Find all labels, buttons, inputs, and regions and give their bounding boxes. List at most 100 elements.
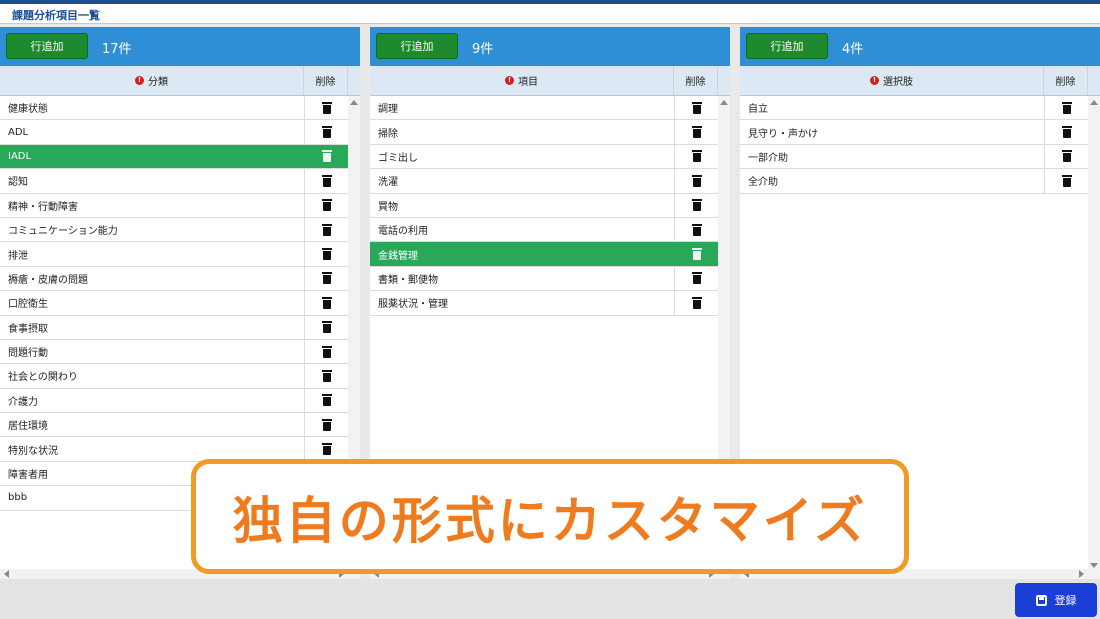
delete-button[interactable]	[304, 413, 348, 437]
delete-button[interactable]	[1044, 144, 1088, 169]
scroll-up-icon[interactable]	[350, 100, 358, 105]
trash-icon	[321, 101, 332, 114]
required-icon: !	[505, 76, 514, 85]
row-text: 全介助	[748, 177, 778, 189]
delete-button[interactable]	[304, 388, 348, 413]
trash-icon	[321, 272, 332, 285]
table-row[interactable]: 社会との関わり	[0, 364, 348, 389]
scroll-up-icon[interactable]	[720, 100, 728, 105]
delete-button[interactable]	[304, 193, 348, 217]
delete-button[interactable]	[304, 266, 348, 291]
delete-button[interactable]	[674, 144, 718, 169]
table-row[interactable]: 一部介助	[740, 144, 1088, 170]
delete-button[interactable]	[674, 217, 718, 242]
scroll-right-icon[interactable]	[1079, 570, 1084, 578]
table-row[interactable]: 自立	[740, 96, 1088, 121]
table-row[interactable]: 褥瘡・皮膚の問題	[0, 266, 348, 292]
row-text: IADL	[8, 150, 32, 162]
row-text: 掃除	[378, 128, 398, 140]
delete-button[interactable]	[674, 120, 718, 144]
register-button[interactable]: 登録	[1015, 583, 1097, 617]
table-row[interactable]: 介護力	[0, 388, 348, 414]
add-row-button[interactable]: 行追加	[6, 33, 88, 59]
save-disk-icon	[1035, 594, 1047, 606]
row-text: 自立	[748, 104, 768, 116]
delete-button[interactable]	[1044, 96, 1088, 120]
page-title: 課題分析項目一覧	[12, 9, 100, 22]
table-row[interactable]: 掃除	[370, 120, 718, 145]
table-row[interactable]: コミュニケーション能力	[0, 217, 348, 243]
table-row[interactable]: 買物	[370, 193, 718, 218]
callout-banner: 独自の形式にカスタマイズ	[191, 459, 909, 574]
delete-button[interactable]	[674, 96, 718, 120]
delete-button[interactable]	[304, 144, 348, 169]
table-row[interactable]: 全介助	[740, 169, 1088, 194]
table-row[interactable]: 見守り・声かけ	[740, 120, 1088, 145]
delete-button[interactable]	[304, 339, 348, 364]
row-count: 9件	[472, 42, 494, 57]
footer-bar: 登録	[0, 579, 1100, 619]
delete-button[interactable]	[1044, 169, 1088, 193]
table-row[interactable]: 洗濯	[370, 169, 718, 194]
table-row-selected[interactable]: IADL	[0, 144, 348, 170]
table-row[interactable]: 精神・行動障害	[0, 193, 348, 218]
table-row-selected[interactable]: 金銭管理	[370, 242, 718, 267]
delete-button[interactable]	[674, 169, 718, 193]
trash-icon	[691, 174, 702, 187]
table-row[interactable]: 居住環境	[0, 413, 348, 438]
add-row-button[interactable]: 行追加	[376, 33, 458, 59]
trash-icon	[691, 296, 702, 309]
delete-button[interactable]	[304, 315, 348, 339]
delete-button[interactable]	[674, 266, 718, 291]
delete-button[interactable]	[674, 291, 718, 315]
table-row[interactable]: ゴミ出し	[370, 144, 718, 170]
table-row[interactable]: 排泄	[0, 242, 348, 267]
row-text: 電話の利用	[378, 226, 428, 238]
delete-button[interactable]	[304, 96, 348, 120]
trash-icon	[1061, 150, 1072, 163]
row-text: 洗濯	[378, 177, 398, 189]
trash-icon	[1061, 101, 1072, 114]
table-row[interactable]: 口腔衛生	[0, 291, 348, 316]
delete-column-label: 削除	[674, 66, 718, 95]
delete-button[interactable]	[674, 242, 718, 266]
row-text: 精神・行動障害	[8, 201, 78, 213]
row-list: 調理 掃除 ゴミ出し 洗濯 買物 電話の利用 金銭管理 書類・郵便物 服薬状況・…	[370, 96, 718, 316]
delete-button[interactable]	[304, 364, 348, 388]
trash-icon	[321, 150, 332, 163]
row-text: 認知	[8, 177, 28, 189]
scroll-down-icon[interactable]	[1090, 563, 1098, 568]
row-text: コミュニケーション能力	[8, 226, 118, 238]
trash-icon	[691, 272, 702, 285]
delete-button[interactable]	[304, 242, 348, 266]
trash-icon	[321, 248, 332, 261]
delete-column-label: 削除	[1044, 66, 1088, 95]
trash-icon	[691, 126, 702, 139]
table-row[interactable]: 認知	[0, 169, 348, 194]
table-row[interactable]: ADL	[0, 120, 348, 145]
table-row[interactable]: 食事摂取	[0, 315, 348, 340]
row-text: ゴミ出し	[378, 152, 418, 164]
required-icon: !	[870, 76, 879, 85]
table-row[interactable]: 調理	[370, 96, 718, 121]
row-text: 服薬状況・管理	[378, 299, 448, 311]
add-row-button[interactable]: 行追加	[746, 33, 828, 59]
row-text: ADL	[8, 126, 29, 138]
delete-button[interactable]	[304, 291, 348, 315]
table-row[interactable]: 服薬状況・管理	[370, 291, 718, 316]
table-row[interactable]: 健康状態	[0, 96, 348, 121]
table-row[interactable]: 問題行動	[0, 339, 348, 365]
table-row[interactable]: 書類・郵便物	[370, 266, 718, 292]
delete-button[interactable]	[674, 193, 718, 217]
scroll-up-icon[interactable]	[1090, 100, 1098, 105]
vertical-scrollbar[interactable]	[1088, 96, 1100, 572]
delete-button[interactable]	[304, 120, 348, 144]
trash-icon	[321, 296, 332, 309]
delete-button[interactable]	[1044, 120, 1088, 144]
delete-button[interactable]	[304, 217, 348, 242]
table-row[interactable]: 電話の利用	[370, 217, 718, 243]
row-text: 問題行動	[8, 348, 48, 360]
delete-button[interactable]	[304, 437, 348, 461]
scroll-left-icon[interactable]	[4, 570, 9, 578]
delete-button[interactable]	[304, 169, 348, 193]
